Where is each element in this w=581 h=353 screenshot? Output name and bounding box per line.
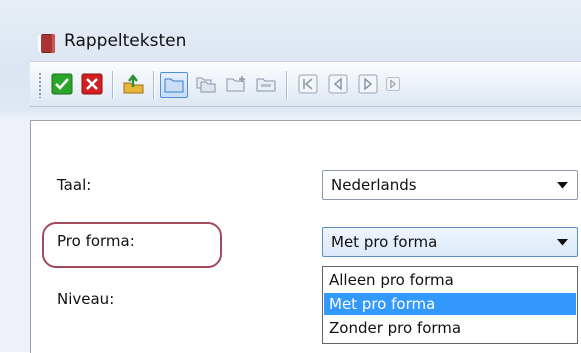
taal-label: Taal: xyxy=(57,176,92,194)
first-record-icon xyxy=(298,74,318,94)
save-button[interactable] xyxy=(50,73,74,95)
dropdown-option-selected[interactable]: Met pro forma xyxy=(324,293,576,315)
window-title: Rappelteksten xyxy=(64,31,187,51)
taal-select[interactable]: Nederlands xyxy=(322,170,578,200)
proforma-label: Pro forma: xyxy=(57,232,135,250)
prev-record-button[interactable] xyxy=(326,73,350,95)
window: Rappelteksten Taal: Nederlands Pro forma… xyxy=(0,0,581,353)
first-record-button[interactable] xyxy=(296,73,320,95)
folder-edit-icon xyxy=(256,78,276,92)
chevron-down-icon xyxy=(557,182,568,189)
chevron-down-icon xyxy=(557,239,568,246)
app-icon xyxy=(38,34,55,53)
last-record-button[interactable] xyxy=(386,73,400,95)
prev-record-icon xyxy=(328,74,348,94)
dropdown-option[interactable]: Zonder pro forma xyxy=(324,317,576,339)
toolbar xyxy=(30,61,581,107)
last-record-icon xyxy=(386,77,400,91)
check-icon xyxy=(51,73,73,95)
toolbar-separator xyxy=(153,71,154,99)
open-folder-button[interactable] xyxy=(160,72,188,98)
next-record-button[interactable] xyxy=(356,73,380,95)
proforma-dropdown-list: Alleen pro forma Met pro forma Zonder pr… xyxy=(322,266,578,344)
copy-icon xyxy=(196,77,216,93)
toolbar-grip[interactable] xyxy=(38,72,42,98)
proforma-select-value: Met pro forma xyxy=(331,233,438,251)
niveau-label: Niveau: xyxy=(57,290,115,308)
folder-new-icon xyxy=(226,76,245,92)
toolbar-separator xyxy=(112,71,113,99)
copy-button[interactable] xyxy=(194,73,218,95)
folder-icon xyxy=(164,78,184,93)
edit-folder-button[interactable] xyxy=(254,73,278,95)
export-button[interactable] xyxy=(122,73,146,95)
export-icon xyxy=(123,74,144,94)
cancel-button[interactable] xyxy=(80,73,104,95)
title-bar: Rappelteksten xyxy=(0,0,581,58)
close-icon xyxy=(81,73,103,95)
dropdown-option[interactable]: Alleen pro forma xyxy=(324,269,576,291)
proforma-select[interactable]: Met pro forma xyxy=(322,227,578,257)
new-folder-button[interactable] xyxy=(224,73,248,95)
toolbar-separator xyxy=(286,71,287,99)
taal-select-value: Nederlands xyxy=(331,176,417,194)
next-record-icon xyxy=(358,74,378,94)
